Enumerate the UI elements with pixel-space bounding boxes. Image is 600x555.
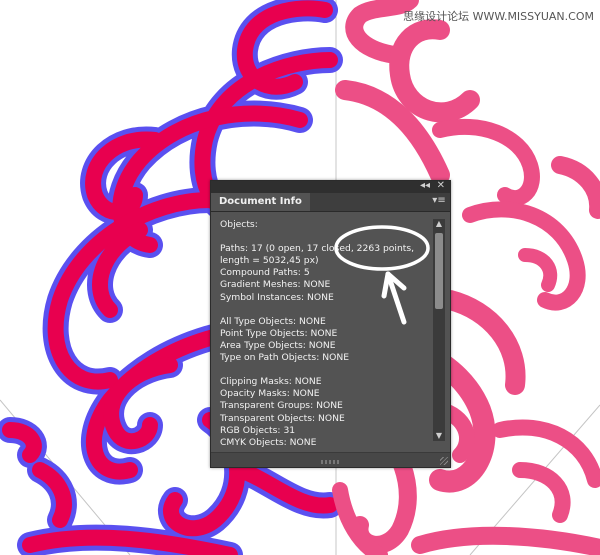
info-line: Compound Paths: 5 [220, 267, 310, 279]
panel-bottom-bar [211, 452, 450, 467]
panel-menu-icon[interactable]: ▾≡ [432, 195, 446, 207]
info-lines: Objects: Paths: 17 (0 open, 17 closed, 22… [211, 213, 435, 449]
info-line-blank [220, 304, 435, 316]
document-info-content: Objects: Paths: 17 (0 open, 17 closed, 22… [211, 213, 435, 453]
watermark-text: 思缘设计论坛 WWW.MISSYUAN.COM [403, 10, 594, 23]
info-line: Transparent Objects: NONE [220, 412, 345, 424]
info-line: Opacity Masks: NONE [220, 388, 320, 400]
info-line: Transparent Groups: NONE [220, 400, 343, 412]
close-icon[interactable]: ✕ [437, 180, 445, 192]
info-line: length = 5032,45 px) [220, 255, 319, 267]
scroll-thumb[interactable] [435, 233, 443, 309]
panel-titlebar[interactable]: ◂◂ ✕ [211, 180, 450, 193]
panel-grip[interactable] [321, 460, 341, 464]
info-line-blank [220, 231, 435, 243]
panel-tab-row: Document Info ▾≡ [211, 193, 450, 212]
double-chevron-icon[interactable]: ◂◂ [420, 180, 430, 192]
info-line: Area Type Objects: NONE [220, 339, 336, 351]
resize-handle-icon[interactable] [440, 457, 448, 465]
info-line: Symbol Instances: NONE [220, 291, 334, 303]
info-line: Type on Path Objects: NONE [220, 352, 349, 364]
info-line: Objects: [220, 219, 258, 230]
scrollbar[interactable]: ▲ ▼ [433, 219, 445, 441]
info-line: Paths: 17 (0 open, 17 closed, 2263 point… [220, 243, 415, 255]
info-line: RGB Objects: 31 [220, 424, 296, 436]
info-line: All Type Objects: NONE [220, 315, 326, 327]
tab-document-info[interactable]: Document Info [211, 193, 310, 211]
scroll-down-arrow-icon[interactable]: ▼ [433, 431, 445, 441]
info-line: Gradient Meshes: NONE [220, 279, 331, 291]
info-line: Point Type Objects: NONE [220, 327, 338, 339]
scroll-up-arrow-icon[interactable]: ▲ [433, 219, 445, 229]
info-line: CMYK Objects: NONE [220, 436, 317, 448]
document-info-panel: ◂◂ ✕ Document Info ▾≡ Objects: Paths: 17 … [210, 180, 451, 468]
info-line-blank [220, 364, 435, 376]
info-line: Clipping Masks: NONE [220, 376, 322, 388]
